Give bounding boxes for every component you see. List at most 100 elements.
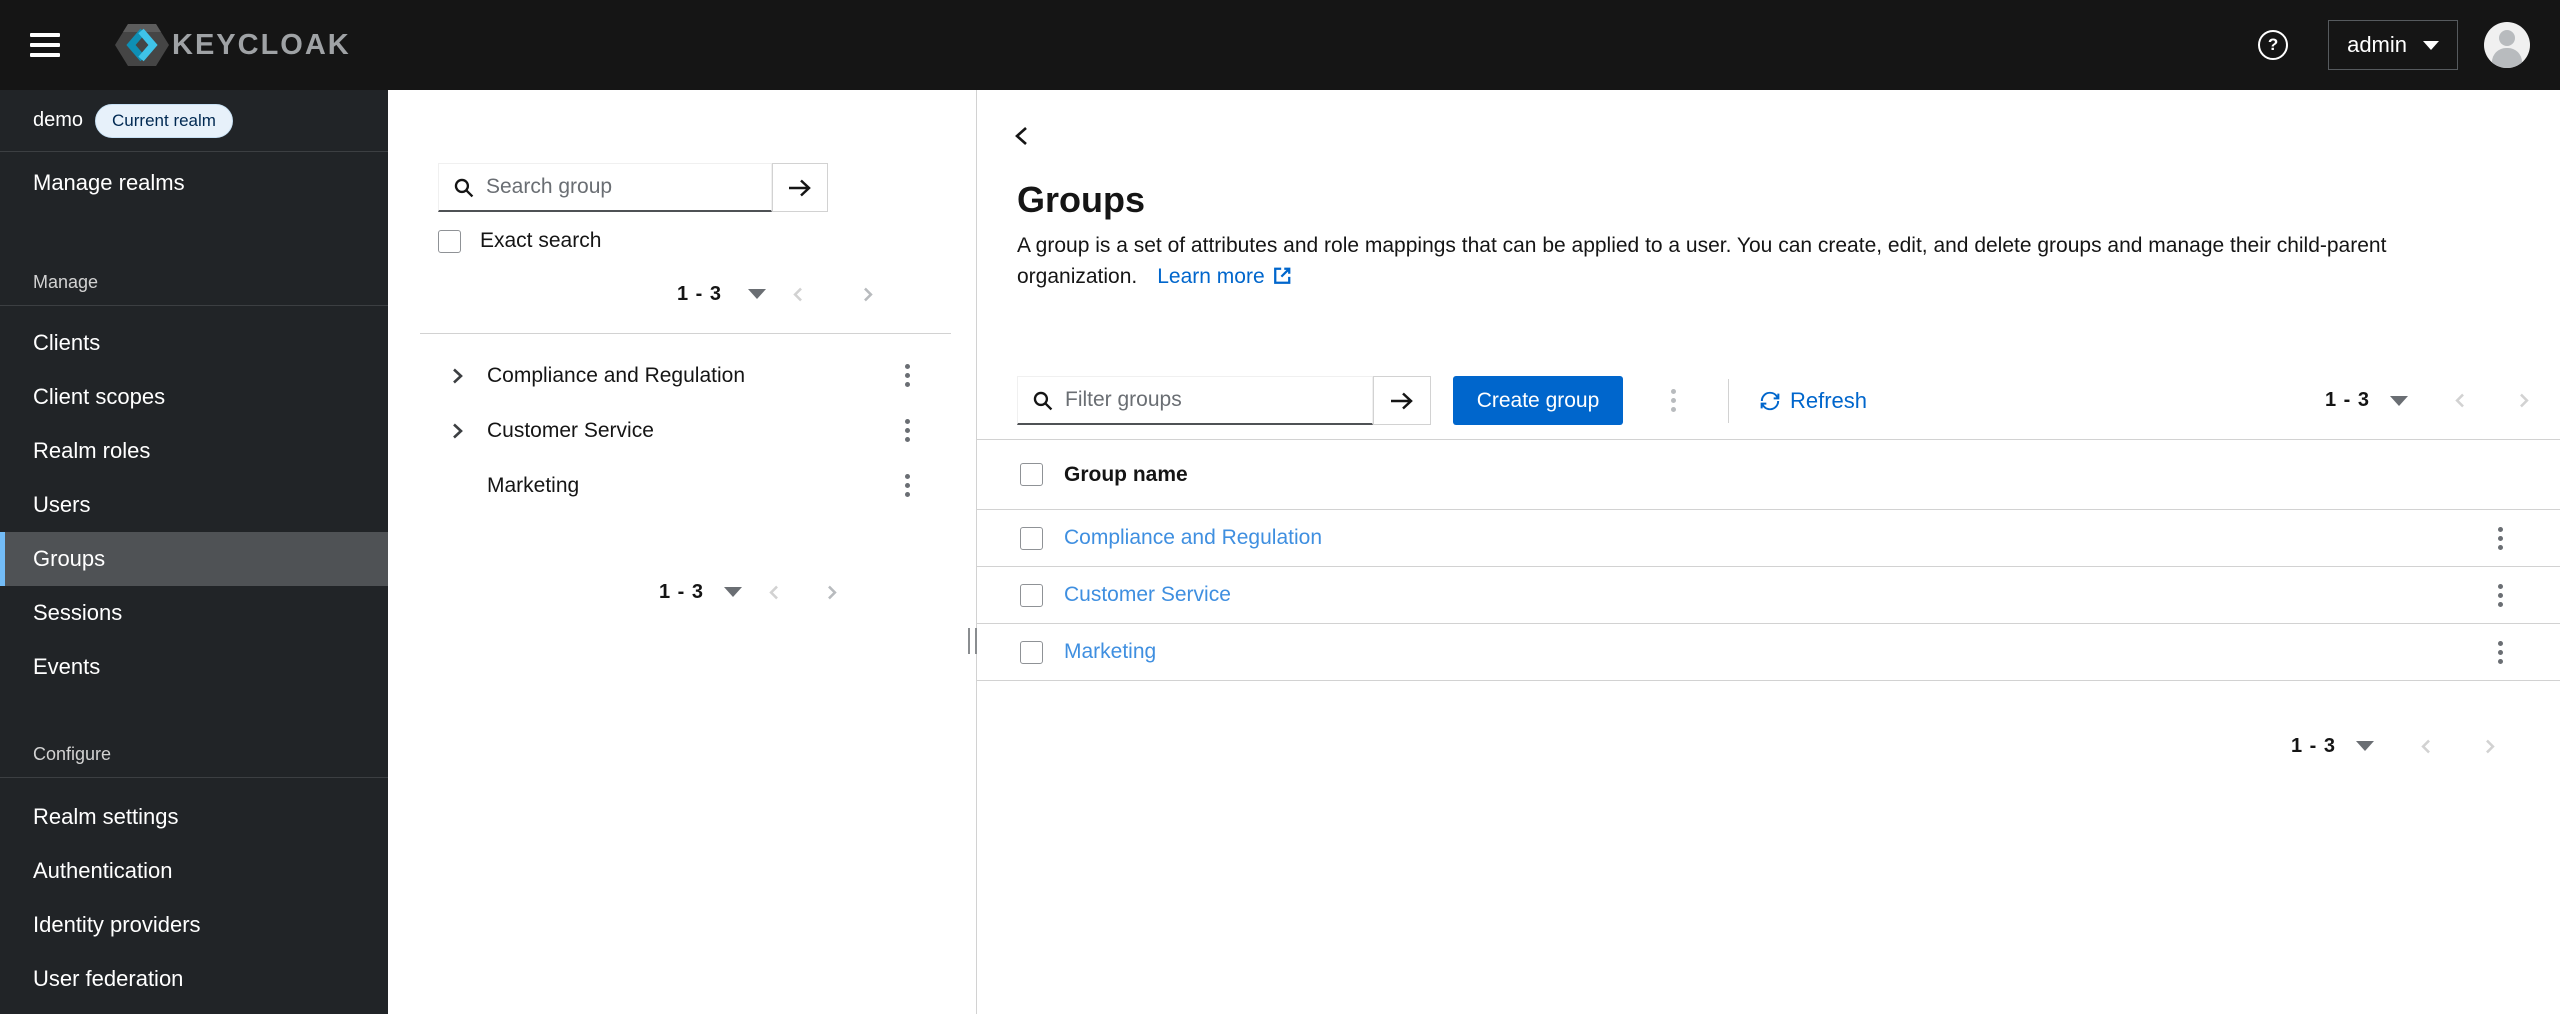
select-all-checkbox[interactable] [1020,463,1043,486]
configure-nav-list: Realm settings Authentication Identity p… [0,778,388,1006]
learn-more-link[interactable]: Learn more [1157,265,1292,288]
group-search [438,163,828,212]
kebab-menu-button[interactable] [899,468,916,503]
chevron-right-icon[interactable] [447,366,467,386]
filter-submit-button[interactable] [1373,376,1431,425]
sidebar-item-users[interactable]: Users [0,478,388,532]
table-pagination-bottom: 1 - 3 [977,731,2560,761]
exact-search-row: Exact search [438,229,976,253]
pagination-range[interactable]: 1 - 3 [2325,389,2370,412]
pagination-range[interactable]: 1 - 3 [2291,735,2336,758]
main-content: Groups A group is a set of attributes an… [968,90,2560,1014]
brand-text: KEYCLOAK [172,28,351,61]
tree-item-label[interactable]: Customer Service [487,419,654,443]
search-submit-button[interactable] [772,163,828,212]
table-row: Marketing [977,624,2560,681]
pagination-prev-button[interactable] [766,584,783,601]
caret-down-icon[interactable] [2356,741,2374,751]
kebab-menu-button[interactable] [2492,578,2509,613]
sidebar-item-authentication[interactable]: Authentication [0,844,388,898]
row-checkbox[interactable] [1020,583,1043,607]
search-icon [453,177,474,198]
sync-icon [1759,390,1781,412]
filter-field [1017,376,1373,425]
arrow-right-icon [1389,391,1416,411]
caret-down-icon[interactable] [724,587,742,597]
username: admin [2347,32,2407,57]
kebab-menu-button[interactable] [899,358,916,393]
masthead: KEYCLOAK ? admin [0,0,2560,90]
help-icon[interactable]: ? [2258,30,2289,60]
groups-toolbar: Create group Refresh 1 - 3 [1017,376,2532,425]
keycloak-logo-icon [114,21,170,69]
caret-down-icon [2423,40,2439,50]
pagination-next-button[interactable] [859,286,876,303]
tree-item-label[interactable]: Compliance and Regulation [487,364,745,388]
sidebar-item-sessions[interactable]: Sessions [0,586,388,640]
realm-row: demo Current realm [0,90,388,152]
refresh-button[interactable]: Refresh [1759,388,1867,414]
caret-down-icon[interactable] [748,289,766,299]
tree-item-label[interactable]: Marketing [487,474,579,498]
tree-rows: Compliance and Regulation Customer Servi… [388,348,976,513]
pagination-range[interactable]: 1 - 3 [677,283,722,306]
toolbar-divider [1728,378,1729,423]
sidebar-item-realm-settings[interactable]: Realm settings [0,790,388,844]
kebab-menu-button[interactable] [2492,635,2509,670]
filter-groups-input[interactable] [1065,388,1358,412]
row-checkbox[interactable] [1020,526,1043,550]
exact-search-checkbox[interactable] [438,229,461,253]
arrow-right-icon [787,178,814,198]
caret-down-icon[interactable] [2390,395,2408,406]
create-group-button[interactable]: Create group [1453,376,1623,425]
sidebar-item-identity-providers[interactable]: Identity providers [0,898,388,952]
pagination-next-button[interactable] [2515,392,2532,409]
manage-nav-list: Clients Client scopes Realm roles Users … [0,306,388,694]
sidebar-item-realm-roles[interactable]: Realm roles [0,424,388,478]
section-label-manage: Manage [33,272,99,292]
group-name-link[interactable]: Customer Service [1064,583,1231,607]
sidebar-item-user-federation[interactable]: User federation [0,952,388,1006]
search-field [438,163,772,212]
table-row: Customer Service [977,567,2560,624]
sidebar-item-clients[interactable]: Clients [0,316,388,370]
keycloak-logo: KEYCLOAK [114,21,351,69]
toolbar-kebab-menu-button[interactable] [1665,383,1682,418]
chevron-left-icon [1011,124,1033,148]
external-link-icon [1273,267,1291,284]
tree-pagination-bottom: 1 - 3 [388,577,976,607]
kebab-menu-button[interactable] [2492,521,2509,556]
groups-table: Group name Compliance and Regulation Cus… [977,440,2560,681]
panel-resize-handle[interactable] [968,628,977,654]
pagination-prev-button[interactable] [790,286,807,303]
hamburger-menu-icon[interactable] [30,25,74,65]
toolbar-pagination: 1 - 3 [2325,386,2532,416]
page-header: Groups A group is a set of attributes an… [1017,178,2530,292]
group-name-link[interactable]: Compliance and Regulation [1064,526,1322,550]
tree-item: Marketing [388,458,976,513]
table-header-row: Group name [977,440,2560,510]
tree-divider [420,333,951,334]
sidebar-item-client-scopes[interactable]: Client scopes [0,370,388,424]
sidebar-item-groups[interactable]: Groups [0,532,388,586]
pagination-next-button[interactable] [2481,738,2498,755]
user-menu-dropdown[interactable]: admin [2328,20,2458,70]
chevron-right-icon[interactable] [447,421,467,441]
pagination-prev-button[interactable] [2452,392,2469,409]
sidebar-item-manage-realms[interactable]: Manage realms [0,152,388,214]
group-name-link[interactable]: Marketing [1064,640,1156,664]
user-avatar[interactable] [2484,22,2530,68]
filter-groups-search [1017,376,1431,425]
pagination-prev-button[interactable] [2418,738,2435,755]
row-checkbox[interactable] [1020,640,1043,664]
learn-more-label: Learn more [1157,265,1265,288]
drawer-collapse-button[interactable] [1007,120,1037,152]
pagination-next-button[interactable] [823,584,840,601]
kebab-menu-button[interactable] [899,413,916,448]
search-group-input[interactable] [486,175,757,199]
sidebar-item-events[interactable]: Events [0,640,388,694]
page-title: Groups [1017,179,1146,220]
pagination-range[interactable]: 1 - 3 [659,581,704,604]
keycloak-admin-console: KEYCLOAK ? admin demo Current realm Mana… [0,0,2560,1014]
page-description: A group is a set of attributes and role … [1017,230,2530,292]
